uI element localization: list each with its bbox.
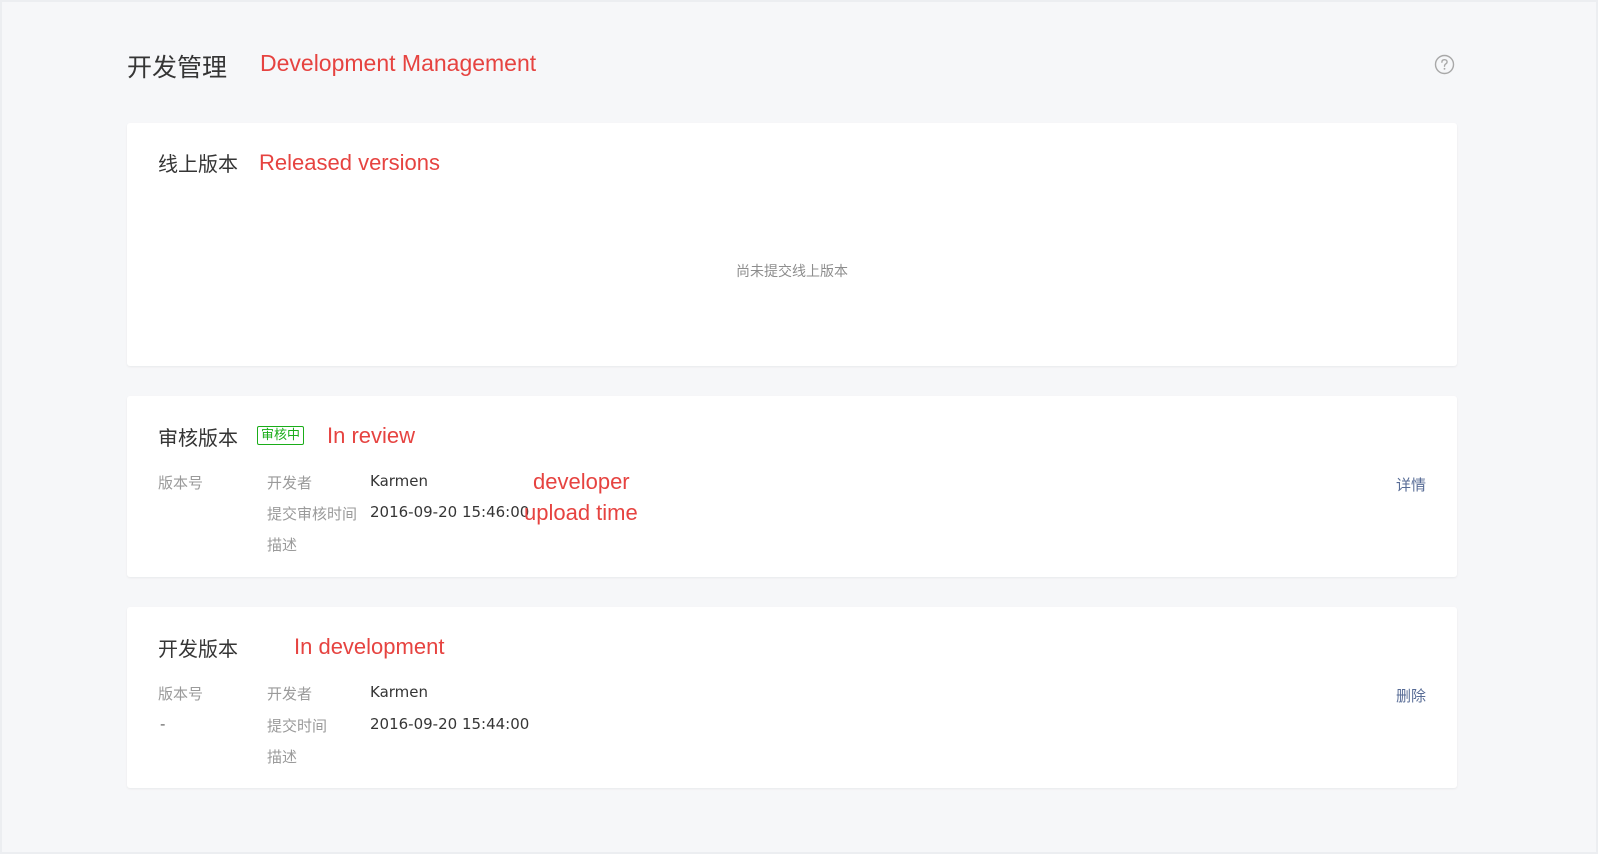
online-version-card: 线上版本 Released versions 尚未提交线上版本 — [127, 123, 1457, 366]
description-label: 描述 — [267, 748, 298, 766]
developer-label: 开发者 — [267, 474, 313, 492]
submit-time-label: 提交时间 — [267, 717, 328, 735]
submit-time-label: 提交审核时间 — [267, 505, 358, 523]
dev-version-title: 开发版本 — [158, 637, 238, 661]
developer-annotation: developer — [533, 469, 630, 494]
delete-link[interactable]: 删除 — [1396, 685, 1426, 706]
developer-value: Karmen — [370, 472, 429, 490]
developer-label: 开发者 — [267, 685, 313, 703]
dev-version-annotation: In development — [294, 634, 445, 659]
online-version-empty-text: 尚未提交线上版本 — [736, 264, 848, 280]
submit-time-value: 2016-09-20 15:46:00 — [370, 503, 530, 521]
developer-value: Karmen — [370, 683, 429, 701]
submit-time-annotation: upload time — [524, 500, 638, 525]
page-header: 开发管理 Development Management — [127, 46, 1457, 86]
details-link[interactable]: 详情 — [1396, 474, 1426, 495]
page-frame: 开发管理 Development Management 线上版本 Release… — [0, 0, 1598, 854]
online-version-annotation: Released versions — [259, 150, 440, 175]
status-badge: 审核中 — [257, 426, 305, 445]
version-number-label: 版本号 — [158, 685, 204, 703]
dev-version-card: 开发版本 In development 版本号 - 开发者 Karmen 提交时… — [127, 607, 1457, 788]
review-version-card: 审核版本 审核中 In review 版本号 开发者 Karmen develo… — [127, 396, 1457, 577]
page-title-annotation: Development Management — [260, 50, 537, 76]
version-number-label: 版本号 — [158, 474, 204, 492]
version-number-value: - — [160, 715, 166, 733]
submit-time-value: 2016-09-20 15:44:00 — [370, 715, 530, 733]
page-title: 开发管理 — [127, 53, 228, 82]
question-circle-icon[interactable] — [1434, 54, 1455, 75]
online-version-title: 线上版本 — [158, 152, 238, 176]
review-version-annotation: In review — [327, 423, 416, 448]
description-label: 描述 — [267, 536, 298, 554]
review-version-title: 审核版本 — [158, 426, 238, 450]
